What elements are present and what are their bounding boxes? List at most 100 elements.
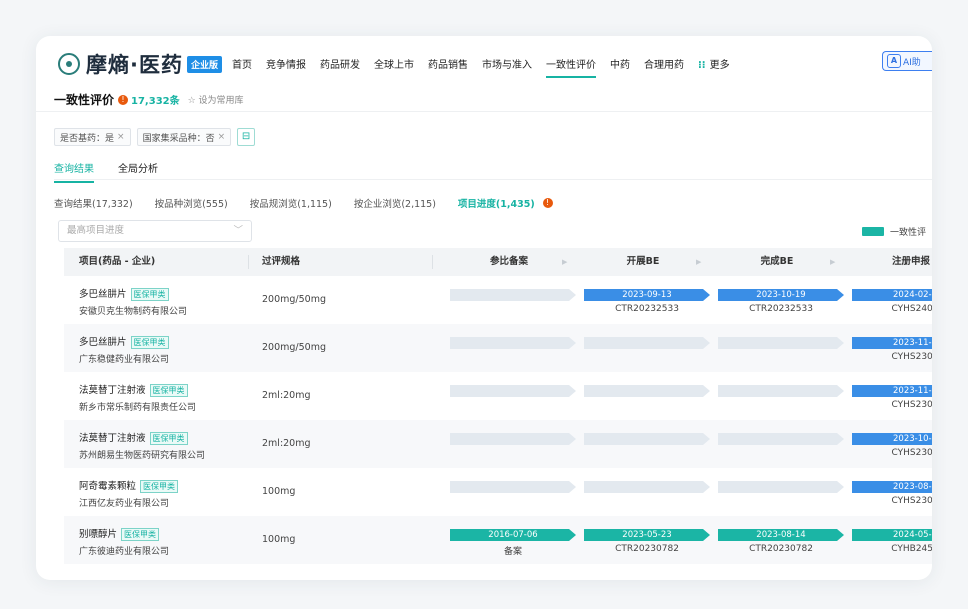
subtab-item[interactable]: 按企业浏览(2,115) — [354, 196, 436, 210]
progress-bar[interactable] — [718, 433, 844, 445]
drug-cell[interactable]: 多巴丝肼片 医保甲类 — [79, 334, 169, 349]
column-divider — [432, 255, 433, 269]
column-divider — [248, 255, 249, 269]
progress-bar[interactable]: 2023-08-14 — [718, 529, 844, 541]
subtab-item[interactable]: 按品规浏览(1,115) — [250, 196, 332, 210]
nav-item[interactable]: 一致性评价 — [546, 56, 596, 78]
subtab-item[interactable]: 查询结果(17,332) — [54, 196, 133, 210]
drug-name: 法莫替丁注射液 — [79, 433, 146, 444]
company-name[interactable]: 苏州朗易生物医药研究有限公司 — [79, 448, 205, 461]
progress-bar[interactable]: 2023-10-19 — [718, 289, 844, 301]
progress-bar[interactable] — [450, 385, 576, 397]
progress-stage — [442, 372, 576, 420]
progress-bar[interactable]: 2023-11-2 — [852, 385, 932, 397]
main-card: 摩熵·医药 企业版 首页 竞争情报 药品研发 全球上市 药品销售 市场与准入 一致性评价 中药… — [36, 36, 932, 580]
ai-icon: A — [887, 54, 901, 68]
chevron-down-icon: ﹀ — [233, 225, 243, 236]
progress-bar[interactable] — [718, 481, 844, 493]
stage-reference: CYHS2303 — [891, 400, 932, 410]
progress-stage — [442, 468, 576, 516]
progress-stage — [576, 468, 710, 516]
progress-bar[interactable]: 2023-11-1 — [852, 337, 932, 349]
stage-reference: 备案 — [503, 547, 522, 557]
info-icon[interactable]: ! — [118, 94, 129, 105]
table-row[interactable]: 法莫替丁注射液 医保甲类 新乡市常乐制药有限责任公司 2ml:20mg 2023-11-… — [64, 372, 932, 420]
progress-bar[interactable]: 2023-10-1 — [852, 433, 932, 445]
spec-value: 100mg — [262, 486, 296, 497]
triangle-right-icon: ▶ — [696, 258, 702, 266]
filter-chip[interactable]: 是否基药：是 × — [54, 128, 131, 146]
drug-cell[interactable]: 法莫替丁注射液 医保甲类 — [79, 382, 188, 397]
table-row[interactable]: 多巴丝肼片 医保甲类 安徽贝克生物制药有限公司 200mg/50mg 2023-09-1… — [64, 276, 932, 324]
drug-cell[interactable]: 多巴丝肼片 医保甲类 — [79, 286, 169, 301]
nav-item-more[interactable]: ⁝⁝ 更多 — [698, 56, 730, 71]
result-count: 17,332条 — [131, 96, 180, 107]
stage-reference: CYHS2400 — [891, 304, 932, 314]
table-row[interactable]: 法莫替丁注射液 医保甲类 苏州朗易生物医药研究有限公司 2ml:20mg 2023-10… — [64, 420, 932, 468]
progress-bar[interactable] — [450, 337, 576, 349]
company-name[interactable]: 广东稳健药业有限公司 — [79, 352, 169, 365]
table-row[interactable]: 多巴丝肼片医保甲类广东稳健药业有限公司 200mg/50mg 2023-11-1 CY… — [64, 324, 932, 372]
progress-bar[interactable] — [450, 481, 576, 493]
stage-reference: CTR20232533 — [615, 304, 679, 314]
nav-item[interactable]: 竞争情报 — [266, 56, 306, 71]
subtab-item[interactable]: 按品种浏览(555) — [155, 196, 228, 210]
company-name[interactable]: 广东彼迪药业有限公司 — [79, 544, 169, 557]
progress-bar[interactable]: 2024-05-0 — [852, 529, 932, 541]
progress-bar[interactable]: 2016-07-06 — [450, 529, 576, 541]
nav-item[interactable]: 药品研发 — [320, 56, 360, 71]
nav-item[interactable]: 市场与准入 — [482, 56, 532, 71]
close-icon[interactable]: × — [117, 132, 125, 142]
filter-chip[interactable]: 国家集采品种：否 × — [136, 128, 232, 146]
info-icon[interactable]: ! — [542, 198, 553, 208]
progress-bar[interactable]: 2023-05-23 — [584, 529, 710, 541]
nav-item[interactable]: 首页 — [232, 56, 252, 71]
subtab-item[interactable]: 项目进度(1,435) — [458, 196, 535, 210]
nav-item[interactable]: 中药 — [610, 56, 630, 71]
drug-name: 多巴丝肼片 — [79, 289, 127, 300]
stage-reference: CTR20230782 — [749, 544, 813, 554]
nav-menu: 首页 竞争情报 药品研发 全球上市 药品销售 市场与准入 一致性评价 中药 合理用药 ⁝⁝ 更多 — [232, 56, 744, 78]
progress-bar[interactable]: 2023-09-13 — [584, 289, 710, 301]
stage-reference: CYHS2303 — [891, 352, 932, 362]
brand-logo[interactable]: 摩熵·医药 企业版 — [58, 49, 222, 79]
progress-bar[interactable] — [450, 289, 576, 301]
nav-item[interactable]: 合理用药 — [644, 56, 684, 71]
progress-bar[interactable] — [718, 385, 844, 397]
progress-bar[interactable] — [584, 385, 710, 397]
progress-bar[interactable] — [718, 337, 844, 349]
column-header: 完成BE — [760, 256, 794, 267]
column-header: 注册申报 — [891, 256, 930, 267]
progress-stage: 2024-05-0 CYHB2450 — [844, 516, 932, 564]
progress-bar[interactable]: 2023-08-1 — [852, 481, 932, 493]
favorite-button[interactable]: ☆ 设为常用库 — [188, 93, 244, 106]
progress-select[interactable]: 最高项目进度 ﹀ — [58, 220, 252, 242]
drug-cell[interactable]: 阿奇霉素颗粒 医保甲类 — [79, 478, 179, 493]
save-filter-icon[interactable]: ⊟ — [237, 128, 256, 146]
company-name[interactable]: 安徽贝克生物制药有限公司 — [79, 304, 187, 317]
spec-value: 200mg/50mg — [262, 342, 326, 353]
table-row[interactable]: 别嘌醇片 医保甲类 广东彼迪药业有限公司 100mg 2016-07-06 备案 2023-… — [64, 516, 932, 564]
insurance-tag: 医保甲类 — [130, 288, 169, 301]
company-name[interactable]: 江西亿友药业有限公司 — [79, 496, 169, 509]
stage-reference: CYHS2302 — [891, 496, 932, 506]
progress-stage: 2016-07-06 备案 — [442, 516, 576, 564]
table-row[interactable]: 阿奇霉素颗粒医保甲类江西亿友药业有限公司 100mg 2023-08-1 CYHS23… — [64, 468, 932, 516]
drug-cell[interactable]: 法莫替丁注射液 医保甲类 — [79, 430, 188, 445]
column-header: 参比备案 — [489, 256, 528, 267]
company-name[interactable]: 新乡市常乐制药有限责任公司 — [79, 400, 196, 413]
nav-item[interactable]: 全球上市 — [374, 56, 414, 71]
progress-bar[interactable] — [584, 481, 710, 493]
progress-bar[interactable]: 2024-02-0 — [852, 289, 932, 301]
nav-item[interactable]: 药品销售 — [428, 56, 468, 71]
progress-bar[interactable] — [584, 433, 710, 445]
progress-bar[interactable] — [584, 337, 710, 349]
progress-stage — [442, 324, 576, 372]
drug-cell[interactable]: 别嘌醇片 医保甲类 — [79, 526, 160, 541]
ai-assistant-button[interactable]: A AI助 — [882, 51, 932, 71]
progress-stage: 2023-10-1 CYHS2302 — [844, 420, 932, 468]
close-icon[interactable]: × — [218, 132, 226, 142]
progress-stage: 2023-10-19 CTR20232533 — [710, 276, 844, 324]
progress-bar[interactable] — [450, 433, 576, 445]
progress-stage — [442, 276, 576, 324]
